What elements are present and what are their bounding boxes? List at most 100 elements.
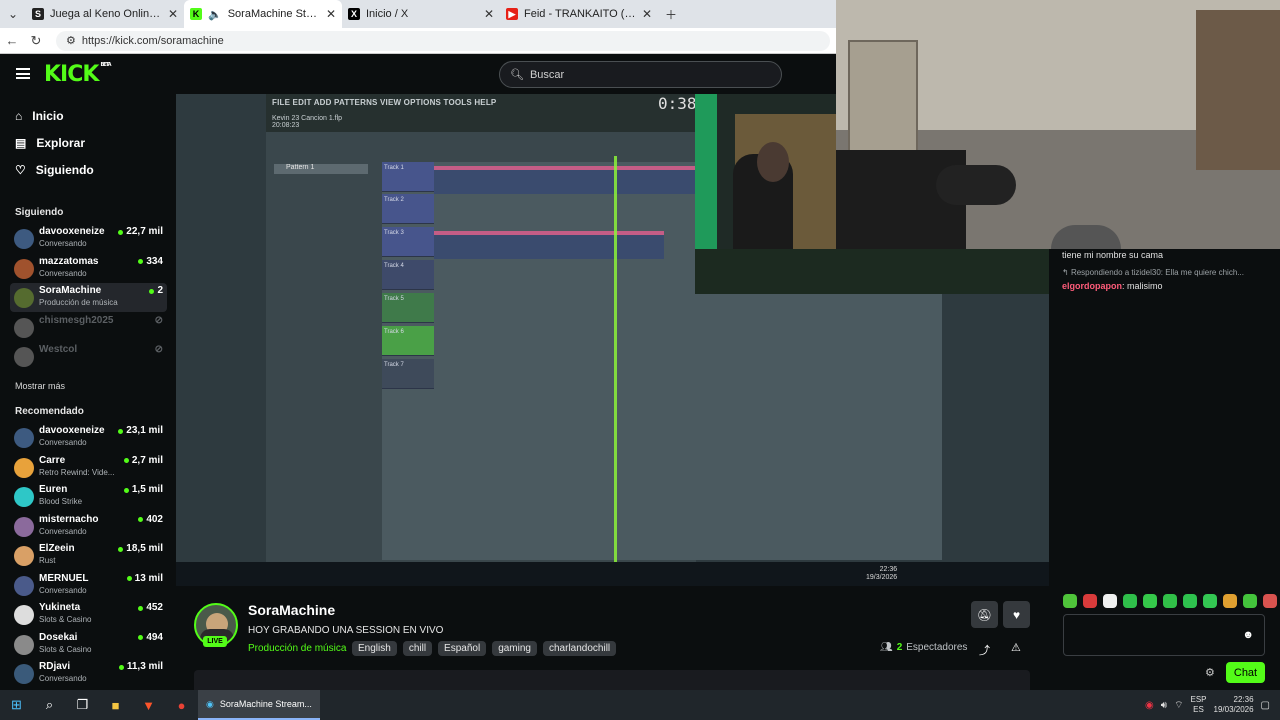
channel-name: Dosekai	[39, 631, 78, 643]
menu-icon[interactable]	[16, 68, 30, 79]
notification-bell-button[interactable]: 🔕︎	[971, 601, 998, 628]
back-icon[interactable]: ←	[0, 33, 24, 48]
channel-name: MERNUEL	[39, 572, 89, 584]
browser-tab-feid[interactable]: ▶ Feid - TRANKAITO (Official Video) ✕	[500, 0, 658, 28]
brave-icon[interactable]: ▼	[132, 690, 165, 720]
kick-logo[interactable]: KICK BETA	[44, 62, 112, 87]
channel-viewers: 402	[138, 514, 163, 526]
chat-settings-icon[interactable]: ⚙	[1205, 666, 1215, 679]
tab-title: Inicio / X	[366, 8, 409, 20]
live-dot-icon	[118, 664, 124, 670]
nav-inicio[interactable]: ⌂ Inicio	[15, 109, 64, 123]
tab-list-button[interactable]: ⌄	[0, 0, 26, 28]
live-dot-icon	[138, 517, 144, 522]
close-icon[interactable]: ✕	[484, 7, 494, 21]
channel-item[interactable]: Yukineta Slots & Casino 452	[10, 600, 167, 629]
channel-item[interactable]: davooxeneize Conversando 23,1 mil	[10, 423, 167, 452]
nav-explorar[interactable]: ▤ Explorar	[15, 136, 85, 150]
url-field[interactable]: ⚙ https://kick.com/soramachine	[56, 30, 830, 51]
emote-icon[interactable]	[1263, 594, 1277, 608]
reply-icon: ↰	[1062, 268, 1071, 277]
nav-label: Inicio	[32, 109, 64, 123]
emote-icon[interactable]	[1103, 594, 1117, 608]
site-info-icon[interactable]: ⚙	[66, 34, 76, 47]
channel-item[interactable]: misternacho Conversando 402	[10, 512, 167, 541]
chat-username[interactable]: elgordopapon	[1062, 281, 1122, 291]
channel-item[interactable]: mazzatomas Conversando 334	[10, 254, 167, 283]
tag[interactable]: Español	[438, 641, 487, 656]
live-dot-icon	[138, 605, 144, 611]
channel-item[interactable]: Westcol ⊘	[10, 342, 167, 371]
file-explorer-icon[interactable]: ■	[99, 690, 132, 720]
report-icon[interactable]: ⚠	[1011, 641, 1021, 654]
tag[interactable]: gaming	[492, 641, 537, 656]
search-input[interactable]: 🔍︎ Buscar	[499, 61, 782, 88]
nav-siguiendo[interactable]: ♡ Siguiendo	[15, 163, 94, 177]
channel-item[interactable]: ElZeein Rust 18,5 mil	[10, 541, 167, 570]
channel-item[interactable]: Dosekai Slots & Casino 494	[10, 630, 167, 659]
close-icon[interactable]: ✕	[326, 7, 336, 21]
channel-item[interactable]: davooxeneize Conversando 22,7 mil	[10, 224, 167, 253]
browser-tab-x[interactable]: X Inicio / X ✕	[342, 0, 500, 28]
heart-icon: ♥	[1012, 607, 1021, 622]
emote-icon[interactable]	[1143, 594, 1157, 608]
streamer-name[interactable]: SoraMachine	[248, 602, 335, 618]
notifications-icon[interactable]: ▢	[1261, 700, 1270, 711]
wifi-icon[interactable]: ⌔	[1174, 699, 1183, 712]
tag[interactable]: chill	[402, 641, 433, 656]
daw-track: Track 5	[382, 293, 434, 323]
daw-pattern: Pattern 1	[274, 164, 368, 174]
channel-item[interactable]: MERNUEL Conversando 13 mil	[10, 571, 167, 600]
emote-icon[interactable]	[1063, 594, 1077, 608]
tab-title: Juega al Keno Online - Juego de C	[50, 8, 162, 20]
chat-input[interactable]: ☻	[1063, 614, 1265, 656]
emote-icon[interactable]	[1183, 594, 1197, 608]
daw-track: Track 4	[382, 260, 434, 290]
channel-item[interactable]: Euren Blood Strike 1,5 mil	[10, 482, 167, 511]
stream-windows-taskbar	[176, 562, 1049, 586]
channel-avatar	[14, 288, 34, 308]
channel-avatar	[14, 664, 34, 684]
tag[interactable]: charlandochill	[543, 641, 617, 656]
emoji-icon[interactable]: ☻	[1242, 629, 1254, 641]
clock[interactable]: 22:36 19/03/2026	[1214, 695, 1254, 715]
volume-icon[interactable]: 🔊︎	[1161, 700, 1167, 711]
taskbar-app-edge[interactable]: ◉ SoraMachine Stream...	[198, 690, 320, 720]
start-icon[interactable]: ⊞	[0, 690, 33, 720]
search-icon[interactable]: ⌕	[33, 690, 66, 720]
channel-item[interactable]: SoraMachine Producción de música 2	[10, 283, 167, 312]
channel-item[interactable]: chismesgh2025 ⊘	[10, 313, 167, 342]
share-icon[interactable]: ⤴	[979, 642, 990, 658]
close-icon[interactable]: ✕	[168, 7, 178, 21]
channel-item[interactable]: RDjavi Conversando 11,3 mil	[10, 659, 167, 688]
show-more-link[interactable]: Mostrar más	[15, 381, 65, 391]
channel-viewers: 2	[149, 285, 163, 297]
emote-icon[interactable]	[1123, 594, 1137, 608]
browser-tab-keno[interactable]: S Juega al Keno Online - Juego de C ✕	[26, 0, 184, 28]
follow-button[interactable]: ♥	[1003, 601, 1030, 628]
new-tab-button[interactable]: ＋	[658, 0, 684, 28]
reload-icon[interactable]: ↻	[24, 33, 48, 49]
close-icon[interactable]: ✕	[642, 7, 652, 21]
emote-icon[interactable]	[1243, 594, 1257, 608]
emote-icon[interactable]	[1203, 594, 1217, 608]
channel-avatar	[14, 605, 34, 625]
speaker-icon[interactable]: 🔈	[208, 8, 222, 21]
browser-tab-soramachine[interactable]: K 🔈 SoraMachine Stream - Watch ✕	[184, 0, 342, 28]
emote-icon[interactable]	[1163, 594, 1177, 608]
task-view-icon[interactable]: ❐	[66, 690, 99, 720]
chrome-icon[interactable]: ●	[165, 690, 198, 720]
channel-category: Slots & Casino	[39, 615, 92, 624]
channel-item[interactable]: Carre Retro Rewind: Vide... 2,7 mil	[10, 453, 167, 482]
stream-category-link[interactable]: Producción de música	[248, 643, 346, 654]
channel-avatar	[14, 347, 34, 367]
tag[interactable]: English	[352, 641, 397, 656]
emote-icon[interactable]	[1223, 594, 1237, 608]
chat-send-button[interactable]: Chat	[1226, 662, 1265, 683]
language-indicator[interactable]: ESP ES	[1190, 695, 1206, 715]
browser-tab-bar: ⌄ S Juega al Keno Online - Juego de C ✕ …	[0, 0, 836, 28]
emote-icon[interactable]	[1083, 594, 1097, 608]
tray-app-icon[interactable]: ◉	[1145, 700, 1154, 711]
channel-category: Conversando	[39, 585, 87, 595]
channel-avatar	[14, 634, 34, 655]
